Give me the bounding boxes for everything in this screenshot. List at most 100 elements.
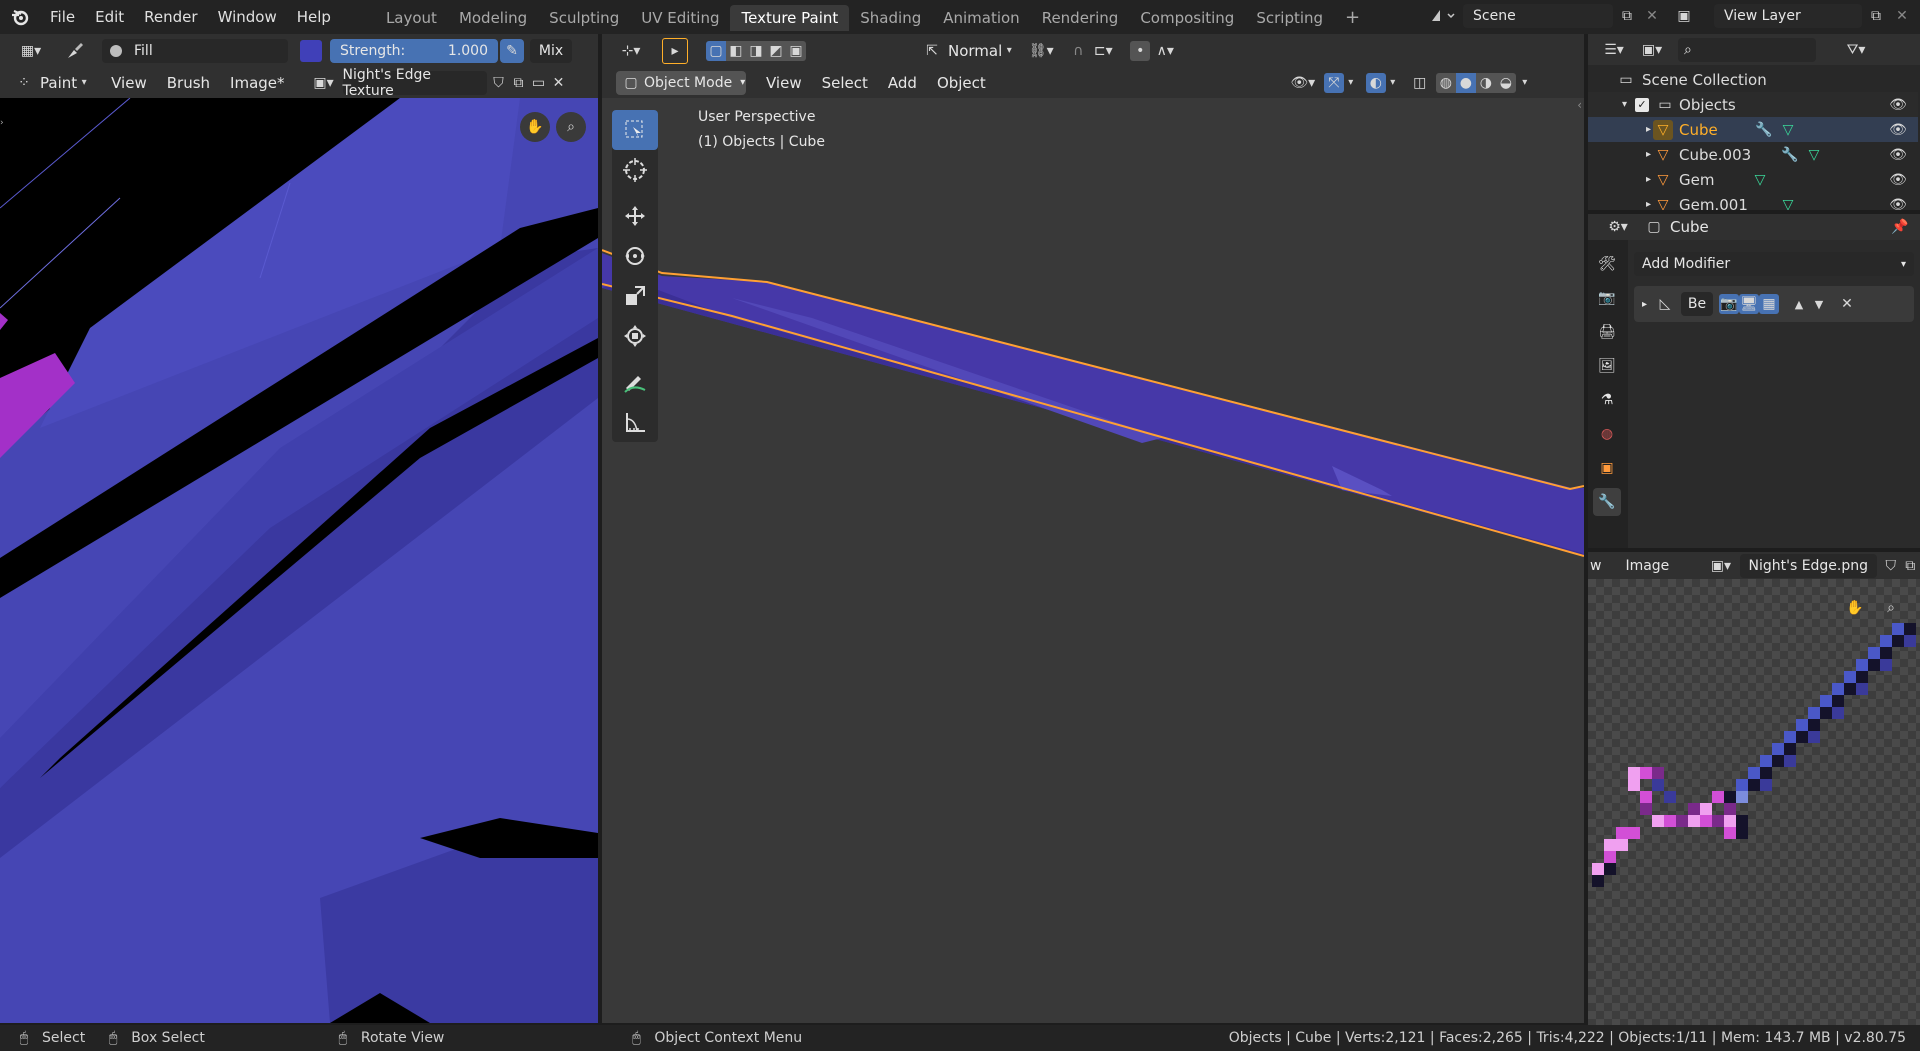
checkbox-icon[interactable]: ✓: [1635, 97, 1650, 112]
menu-brush[interactable]: Brush: [167, 74, 210, 92]
paint-brush-icon[interactable]: [62, 41, 88, 61]
brush-color-swatch[interactable]: [300, 39, 322, 62]
tab-tool-icon[interactable]: 🛠: [1593, 250, 1621, 278]
image-name-field[interactable]: Night's Edge Texture: [342, 67, 487, 99]
zoom-icon[interactable]: ⌕: [1876, 593, 1906, 623]
scene-name-field[interactable]: Scene: [1463, 4, 1613, 28]
tab-texture-paint[interactable]: Texture Paint: [730, 5, 850, 31]
eye-icon[interactable]: 👁: [1888, 145, 1908, 165]
select-intersect-icon[interactable]: ▣: [786, 40, 806, 61]
menu-edit[interactable]: Edit: [85, 0, 134, 34]
expand-arrow-icon[interactable]: ▸: [1646, 174, 1651, 185]
strength-slider[interactable]: Strength: 1.000: [330, 38, 498, 63]
chevron-down-icon[interactable]: ▾: [1518, 73, 1532, 93]
move-up-icon[interactable]: ▲: [1789, 294, 1809, 314]
tab-rendering[interactable]: Rendering: [1031, 5, 1130, 31]
image-browse-icon[interactable]: ▣▾: [309, 73, 339, 93]
new-image-icon[interactable]: ⧉: [509, 73, 529, 93]
menu-add[interactable]: Add: [888, 74, 917, 92]
viewport-toggle-icon[interactable]: 🖥: [1739, 294, 1760, 314]
menu-view[interactable]: View: [766, 74, 802, 92]
expand-arrow-icon[interactable]: ▸: [1642, 299, 1647, 310]
scene-browse-icon[interactable]: [1428, 4, 1460, 28]
cursor-tool-icon[interactable]: [612, 150, 658, 190]
shading-material-icon[interactable]: ◑: [1475, 72, 1496, 93]
expand-arrow-icon[interactable]: ▸: [1646, 124, 1651, 135]
sidebar-toggle-icon[interactable]: ‹: [1577, 98, 1582, 112]
object-mode-dropdown[interactable]: ▢ Object Mode ▾: [616, 70, 746, 95]
select-extend-icon[interactable]: ◧: [726, 40, 746, 61]
eye-icon[interactable]: 👁: [1888, 195, 1908, 211]
render-toggle-icon[interactable]: 📷: [1719, 294, 1740, 314]
expand-arrow-icon[interactable]: ▾: [1622, 99, 1627, 110]
tab-animation[interactable]: Animation: [932, 5, 1030, 31]
filter-icon[interactable]: ⛛▾: [1840, 40, 1872, 60]
outliner-row-gem[interactable]: ▸ ▽ Gem ▽ 👁: [1588, 167, 1918, 192]
tab-scene-icon[interactable]: ⚗: [1593, 386, 1621, 414]
pan-hand-icon[interactable]: ✋: [520, 112, 550, 142]
menu-window[interactable]: Window: [208, 0, 287, 34]
brush-selector[interactable]: Fill: [102, 38, 288, 63]
transform-tool-icon[interactable]: [612, 316, 658, 356]
falloff-icon[interactable]: ∧▾: [1150, 41, 1180, 61]
menu-file[interactable]: File: [40, 0, 85, 34]
rotate-tool-icon[interactable]: [612, 236, 658, 276]
tab-modifier-icon[interactable]: 🔧: [1593, 488, 1621, 516]
eye-icon[interactable]: 👁: [1888, 95, 1908, 115]
pressure-pen-icon[interactable]: ✎: [500, 38, 524, 63]
tab-output-icon[interactable]: 🖨: [1593, 318, 1621, 346]
editor-type-icon[interactable]: ☰▾: [1598, 40, 1630, 60]
move-down-icon[interactable]: ▼: [1809, 294, 1829, 314]
add-workspace-button[interactable]: +: [1334, 5, 1371, 31]
open-image-icon[interactable]: ▭: [529, 73, 549, 93]
unlink-image-icon[interactable]: ✕: [549, 73, 569, 93]
pivot-point-icon[interactable]: ⛓▾: [1026, 41, 1056, 61]
outliner-row-gem001[interactable]: ▸ ▽ Gem.001 ▽ 👁: [1588, 192, 1918, 211]
menu-help[interactable]: Help: [287, 0, 341, 34]
menu-image[interactable]: Image*: [230, 74, 284, 92]
image-name-field[interactable]: Night's Edge.png: [1740, 553, 1878, 578]
delete-scene-icon[interactable]: ✕: [1642, 6, 1662, 26]
measure-tool-icon[interactable]: [612, 402, 658, 442]
view-layer-field[interactable]: View Layer: [1714, 4, 1862, 28]
shading-solid-icon[interactable]: ●: [1455, 72, 1476, 93]
orientation-dropdown[interactable]: Normal: [948, 42, 1002, 60]
shading-rendered-icon[interactable]: ◒: [1495, 72, 1516, 93]
select-invert-icon[interactable]: ◩: [766, 40, 786, 61]
sidebar-toggle-icon[interactable]: ›: [0, 118, 4, 128]
tab-compositing[interactable]: Compositing: [1129, 5, 1245, 31]
blend-mode-selector[interactable]: Mix: [530, 38, 572, 63]
menu-object[interactable]: Object: [937, 74, 986, 92]
annotate-tool-icon[interactable]: [612, 362, 658, 402]
close-icon[interactable]: ✕: [1837, 294, 1857, 314]
menu-view[interactable]: View: [111, 74, 147, 92]
outliner-row-cube003[interactable]: ▸ ▽ Cube.003 🔧 ▽ 👁: [1588, 142, 1918, 167]
outliner-row-objects[interactable]: ▾ ✓ ▭ Objects 👁: [1588, 92, 1918, 117]
select-tool-icon[interactable]: ▸: [662, 37, 688, 64]
chevron-down-icon[interactable]: ▾: [1344, 73, 1358, 93]
tab-shading[interactable]: Shading: [849, 5, 932, 31]
outliner-row-cube[interactable]: ▸ ▽ Cube 🔧 ▽ 👁: [1588, 117, 1918, 142]
editor-type-icon[interactable]: ▦▾: [14, 41, 48, 61]
expand-arrow-icon[interactable]: ▸: [1646, 199, 1651, 210]
tab-uv-editing[interactable]: UV Editing: [630, 5, 730, 31]
tab-sculpting[interactable]: Sculpting: [538, 5, 630, 31]
new-view-layer-icon[interactable]: ⧉: [1866, 6, 1886, 26]
proportional-edit-icon[interactable]: •: [1130, 40, 1151, 61]
editor-type-icon[interactable]: ⚙▾: [1602, 217, 1634, 237]
xray-icon[interactable]: ◫: [1410, 73, 1430, 93]
move-tool-icon[interactable]: [612, 196, 658, 236]
pin-icon[interactable]: 📌: [1890, 217, 1910, 237]
image-preview-canvas[interactable]: ✋ ⌕: [1588, 579, 1920, 1025]
editmode-toggle-icon[interactable]: ▦: [1759, 294, 1780, 314]
scene-collection-row[interactable]: ▭ Scene Collection: [1588, 67, 1918, 92]
tab-view-layer-icon[interactable]: 🖼: [1593, 352, 1621, 380]
editor-type-icon[interactable]: ⊹▾: [616, 41, 646, 61]
overlays-icon[interactable]: ◐: [1365, 72, 1386, 93]
new-scene-icon[interactable]: ⧉: [1617, 6, 1637, 26]
tab-object-icon[interactable]: ▣: [1593, 454, 1621, 482]
modifier-name-field[interactable]: Be: [1681, 292, 1714, 316]
new-image-icon[interactable]: ⧉: [1901, 556, 1920, 576]
3d-viewport[interactable]: User Perspective (1) Objects | Cube ‹: [602, 98, 1584, 1023]
menu-select[interactable]: Select: [822, 74, 868, 92]
